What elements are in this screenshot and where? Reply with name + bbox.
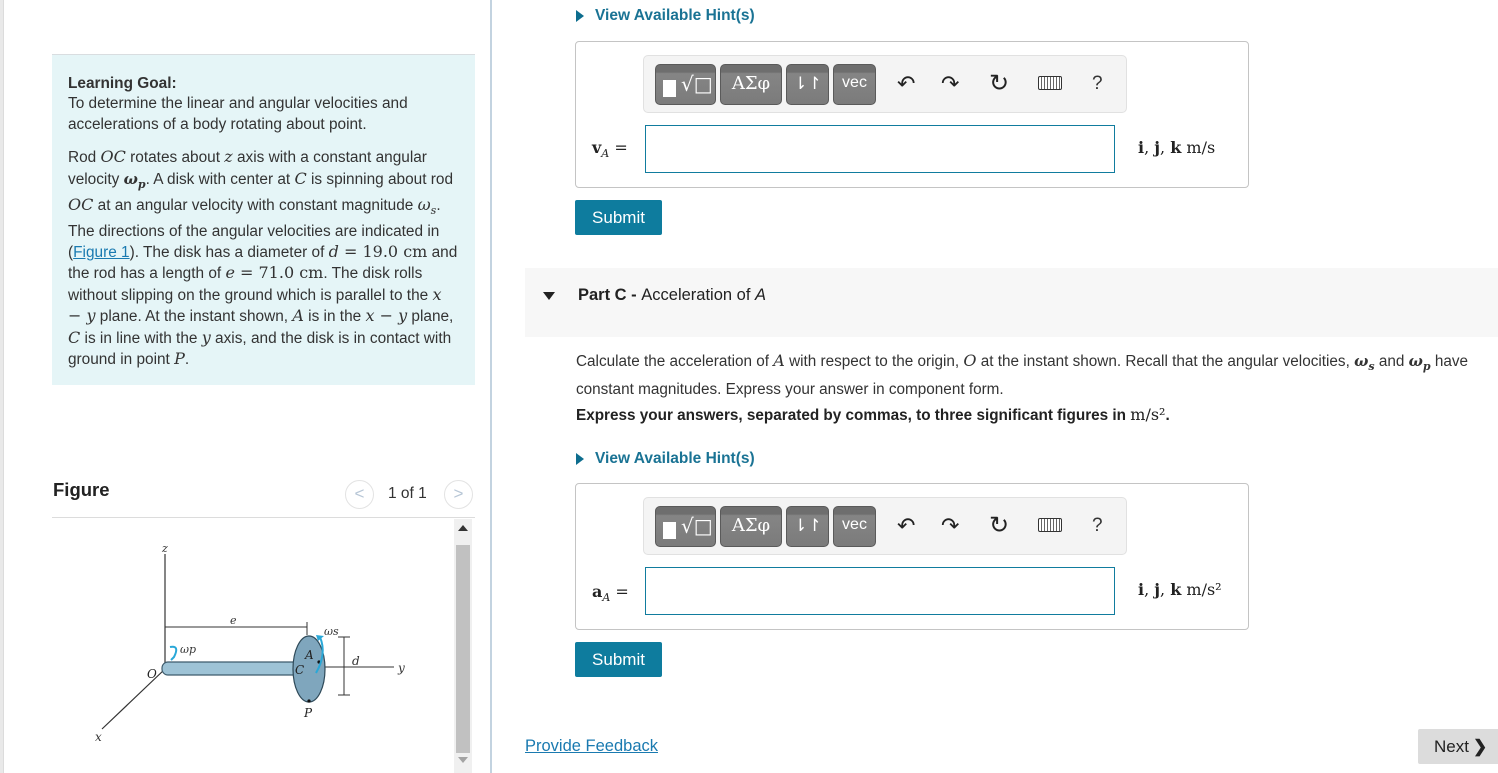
part-c-submit-button[interactable]: Submit — [575, 642, 662, 677]
point-p-dot — [307, 699, 311, 703]
part-c-instruction: Express your answers, separated by comma… — [576, 405, 1170, 424]
redo-icon[interactable]: ↷ — [941, 512, 959, 540]
omega-s-label: ωs — [324, 625, 339, 638]
part-c-answer-box: √□ ΑΣφ ⇂↾ vec ↶ ↷ ↻ ? aA = i, j, k m/s² — [575, 483, 1249, 630]
part-c-header[interactable]: Part C - Acceleration of A — [525, 268, 1498, 337]
e-label: e — [230, 614, 237, 627]
learning-goal-text: To determine the linear and angular velo… — [68, 95, 408, 133]
z-axis-label: z — [161, 542, 168, 555]
d-label: d — [352, 654, 360, 668]
figure-pager-text: 1 of 1 — [388, 485, 427, 502]
vector-button[interactable]: vec — [833, 506, 876, 547]
greek-symbols-button[interactable]: ΑΣφ — [720, 506, 782, 547]
chevron-left-icon: < — [354, 484, 365, 503]
part-b-answer-box: √□ ΑΣφ ⇂↾ vec ↶ ↷ ↻ ? vA = i, j, k m/s — [575, 41, 1249, 188]
omega-p-label: ωp — [180, 643, 196, 656]
learning-goal-title: Learning Goal: — [68, 75, 177, 92]
reset-icon[interactable]: ↻ — [989, 70, 1009, 98]
part-c-units: i, j, k m/s² — [1138, 580, 1222, 599]
part-b-answer-input[interactable] — [645, 125, 1115, 173]
vector-button[interactable]: vec — [833, 64, 876, 105]
part-b-math-toolbar: √□ ΑΣφ ⇂↾ vec ↶ ↷ ↻ ? — [643, 55, 1127, 113]
next-button[interactable]: Next ❯ — [1418, 729, 1498, 764]
redo-icon[interactable]: ↷ — [941, 70, 959, 98]
caret-right-icon — [576, 10, 584, 22]
figure-area: z x y O C A P e d ωp ωs — [52, 519, 475, 773]
templates-button[interactable]: √□ — [655, 64, 716, 105]
chevron-right-icon: > — [453, 484, 464, 503]
next-label: Next — [1434, 737, 1469, 756]
part-c-hint-label: View Available Hint(s) — [595, 450, 755, 467]
caret-right-icon — [576, 453, 584, 465]
figure-scrollbar[interactable] — [454, 519, 472, 773]
omega-p-arrow — [169, 645, 178, 661]
part-b-hint-toggle[interactable]: View Available Hint(s) — [576, 7, 755, 25]
point-c-label: C — [295, 663, 304, 677]
undo-icon[interactable]: ↶ — [897, 512, 915, 540]
part-c-variable-label: aA = — [592, 582, 629, 605]
templates-button[interactable]: √□ — [655, 506, 716, 547]
figure-header: Figure < 1 of 1 > — [52, 476, 475, 518]
figure-prev-button[interactable]: < — [345, 480, 374, 509]
help-button[interactable]: ? — [1092, 512, 1103, 540]
scroll-down-arrow-icon[interactable] — [458, 757, 468, 763]
part-c-hint-toggle[interactable]: View Available Hint(s) — [576, 450, 755, 468]
point-a-label: A — [304, 648, 314, 662]
part-b-hint-label: View Available Hint(s) — [595, 7, 755, 24]
figure-next-button[interactable]: > — [444, 480, 473, 509]
scroll-up-arrow-icon[interactable] — [458, 525, 468, 531]
point-p-label: P — [303, 706, 313, 720]
figure-title: Figure — [53, 479, 110, 500]
y-axis-label: y — [397, 661, 405, 675]
keyboard-icon[interactable] — [1038, 518, 1062, 532]
part-b-variable-label: vA = — [592, 138, 628, 161]
part-c-answer-input[interactable] — [645, 567, 1115, 615]
part-c-title: Part C - Acceleration of A — [578, 286, 767, 304]
help-button[interactable]: ? — [1092, 70, 1103, 98]
part-b-units: i, j, k m/s — [1138, 138, 1216, 157]
arrows-button[interactable]: ⇂↾ — [786, 506, 829, 547]
undo-icon[interactable]: ↶ — [897, 70, 915, 98]
part-c-question: Calculate the acceleration of A with res… — [576, 351, 1469, 398]
part-b-submit-button[interactable]: Submit — [575, 200, 662, 235]
rod-oc — [161, 661, 313, 676]
chevron-right-icon: ❯ — [1472, 737, 1488, 756]
point-o-label: O — [147, 667, 157, 681]
greek-symbols-button[interactable]: ΑΣφ — [720, 64, 782, 105]
figure-1-link[interactable]: Figure 1 — [73, 244, 129, 261]
problem-statement: Rod OC rotates about z axis with a const… — [68, 147, 458, 369]
caret-down-icon — [543, 292, 555, 300]
scroll-thumb[interactable] — [456, 545, 470, 753]
arrows-button[interactable]: ⇂↾ — [786, 64, 829, 105]
x-axis-label: x — [95, 730, 102, 744]
learning-goal-box: Learning Goal: To determine the linear a… — [52, 54, 475, 385]
reset-icon[interactable]: ↻ — [989, 512, 1009, 540]
panel-divider — [490, 0, 492, 773]
part-c-math-toolbar: √□ ΑΣφ ⇂↾ vec ↶ ↷ ↻ ? — [643, 497, 1127, 555]
provide-feedback-link[interactable]: Provide Feedback — [525, 737, 658, 756]
figure-diagram: z x y O C A P e d ωp ωs — [95, 542, 405, 744]
fraction-root-icon — [663, 522, 676, 539]
fraction-root-icon — [663, 80, 676, 97]
keyboard-icon[interactable] — [1038, 76, 1062, 90]
